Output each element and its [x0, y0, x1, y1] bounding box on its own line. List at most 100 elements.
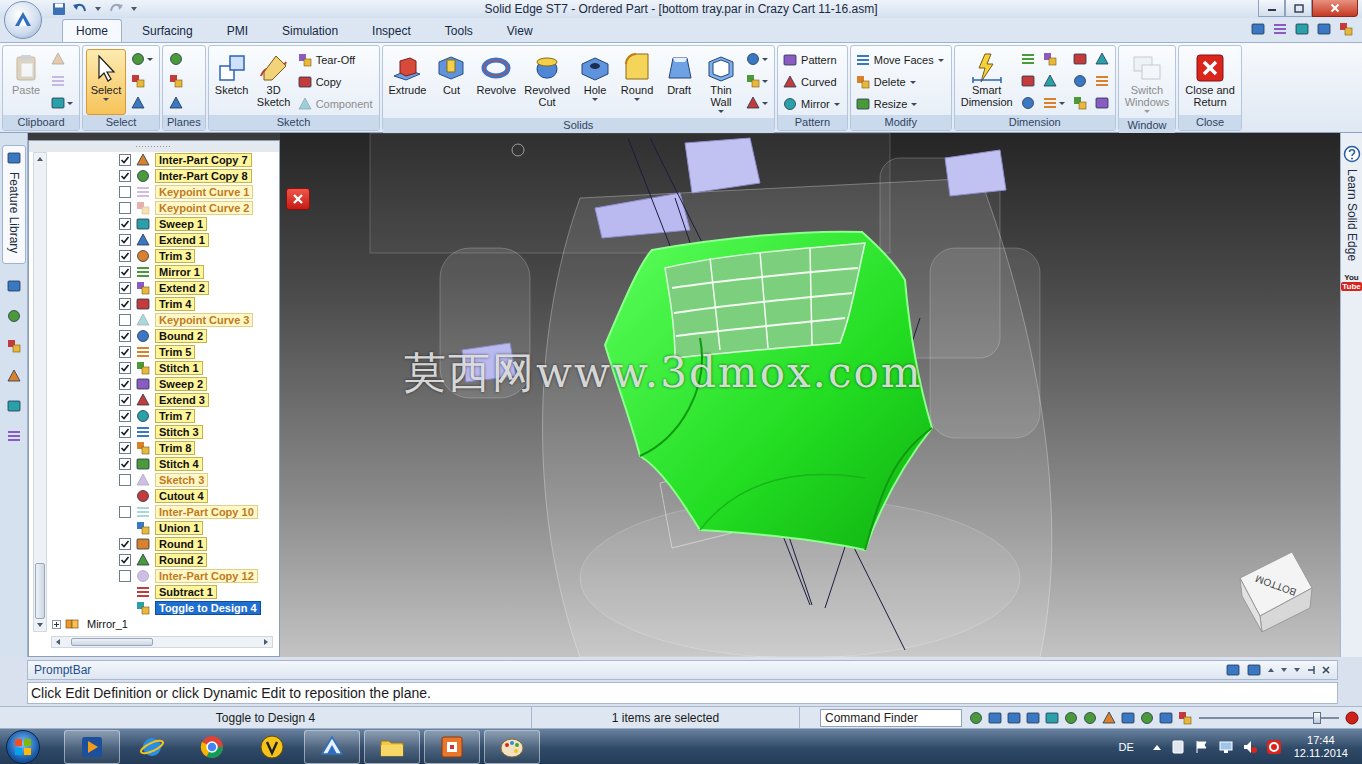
visibility-checkbox[interactable]	[119, 282, 131, 294]
ribbon-small-button[interactable]: Copy	[296, 72, 376, 92]
tree-row[interactable]: Trim 3	[47, 248, 279, 264]
ribbon-small-button[interactable]: Resize	[854, 94, 948, 114]
undo-icon[interactable]	[72, 2, 88, 16]
dropdown-arrow-icon[interactable]	[762, 102, 768, 105]
tree-row[interactable]: Union 1	[47, 520, 279, 536]
icon-button[interactable]	[1072, 94, 1088, 112]
tree-row[interactable]: Mirror 1	[47, 264, 279, 280]
icon-button[interactable]	[1042, 94, 1066, 112]
icon-button[interactable]	[1072, 50, 1088, 68]
volume-muted-icon[interactable]	[1242, 739, 1258, 755]
ribbon-button[interactable]: ThinWall	[701, 49, 741, 118]
tree-row[interactable]: Round 1	[47, 536, 279, 552]
clock[interactable]: 17:4412.11.2014	[1290, 734, 1352, 760]
tree-row[interactable]: Keypoint Curve 3	[47, 312, 279, 328]
ribbon-button[interactable]: SmartDimension	[958, 49, 1016, 115]
tree-row[interactable]: Keypoint Curve 1	[47, 184, 279, 200]
ribbon-button[interactable]: Revolve	[473, 49, 519, 115]
icon-button[interactable]	[1072, 72, 1088, 90]
taskbar-app[interactable]	[424, 730, 480, 764]
ribbon-tab[interactable]: Inspect	[358, 19, 425, 42]
ribbon-button[interactable]: Close andReturn	[1182, 49, 1238, 115]
record-icon[interactable]	[1345, 711, 1359, 725]
minimize-button[interactable]	[1258, 0, 1285, 17]
network-icon[interactable]	[1218, 739, 1234, 755]
icon-button[interactable]	[168, 50, 184, 68]
icon-button[interactable]	[168, 94, 184, 112]
tree-row[interactable]: Stitch 3	[47, 424, 279, 440]
ribbon-button[interactable]: Paste	[6, 49, 46, 115]
tree-row[interactable]: Trim 5	[47, 344, 279, 360]
icon-button[interactable]	[50, 94, 74, 112]
icon-button[interactable]	[130, 72, 154, 90]
collapse-up-icon[interactable]	[1267, 666, 1275, 674]
start-button[interactable]	[6, 730, 40, 764]
help-icon[interactable]	[1343, 145, 1361, 163]
zoom-thumb[interactable]	[1313, 712, 1321, 724]
ribbon-button[interactable]: Sketch	[212, 49, 252, 115]
visibility-checkbox[interactable]	[119, 458, 131, 470]
ribbon-button[interactable]: Round	[617, 49, 657, 115]
dropdown-arrow-icon[interactable]	[762, 80, 768, 83]
ribbon-small-button[interactable]: Tear-Off	[296, 50, 376, 70]
feature-library-tab[interactable]: Feature Library	[2, 145, 26, 264]
tree-row[interactable]: Sketch 3	[47, 472, 279, 488]
ribbon-small-button[interactable]: Curved	[781, 72, 844, 92]
icon-button[interactable]	[1020, 50, 1036, 68]
taskbar-app[interactable]	[64, 730, 120, 764]
visibility-checkbox[interactable]	[119, 538, 131, 550]
visibility-checkbox[interactable]	[119, 442, 131, 454]
dropdown-arrow-icon[interactable]	[834, 103, 840, 106]
tree-row[interactable]: Round 2	[47, 552, 279, 568]
tree-row[interactable]: Inter-Part Copy 10	[47, 504, 279, 520]
pin-icon[interactable]	[1306, 665, 1316, 675]
zoom-slider[interactable]	[1199, 711, 1339, 725]
redo-icon[interactable]	[108, 2, 124, 16]
ribbon-tab[interactable]: Surfacing	[128, 19, 207, 42]
visibility-checkbox[interactable]	[119, 250, 131, 262]
vertical-scrollbar[interactable]	[33, 152, 47, 632]
visibility-checkbox[interactable]	[119, 202, 131, 214]
tree-row[interactable]: Extend 3	[47, 392, 279, 408]
dropdown-arrow-icon[interactable]	[67, 102, 73, 105]
device-icon[interactable]	[1170, 739, 1186, 755]
options-menu-icon[interactable]	[1293, 666, 1301, 674]
ribbon-tab[interactable]: Home	[62, 19, 122, 42]
tree-row[interactable]: Inter-Part Copy 12	[47, 568, 279, 584]
visibility-checkbox[interactable]	[119, 170, 131, 182]
ribbon-button[interactable]: Extrude	[386, 49, 430, 115]
undo-menu-icon[interactable]	[94, 5, 102, 13]
visibility-checkbox[interactable]	[119, 362, 131, 374]
arrow-down-icon[interactable]	[36, 621, 44, 629]
save-icon[interactable]	[52, 2, 66, 16]
visibility-checkbox[interactable]	[119, 314, 131, 326]
visibility-checkbox[interactable]	[119, 186, 131, 198]
visibility-checkbox[interactable]	[119, 410, 131, 422]
icon-button[interactable]	[50, 50, 74, 68]
icon-button[interactable]	[1094, 72, 1110, 90]
scroll-thumb[interactable]	[35, 563, 45, 619]
show-hidden-icons-icon[interactable]	[1152, 743, 1162, 751]
dropdown-arrow-icon[interactable]	[147, 58, 153, 61]
taskbar-app[interactable]	[124, 730, 180, 764]
panel-grip[interactable]	[29, 141, 279, 152]
ribbon-small-button[interactable]: Pattern	[781, 50, 844, 70]
horizontal-scrollbar[interactable]	[51, 636, 273, 648]
dropdown-arrow-icon[interactable]	[910, 81, 916, 84]
dropdown-arrow-icon[interactable]	[103, 98, 109, 101]
dropdown-arrow-icon[interactable]	[1144, 110, 1150, 113]
command-finder-input[interactable]: Command Finder	[820, 709, 962, 727]
expand-down-icon[interactable]	[1280, 666, 1288, 674]
tree-row[interactable]: Bound 2	[47, 328, 279, 344]
tree-row[interactable]: Trim 4	[47, 296, 279, 312]
ribbon-tab[interactable]: PMI	[213, 19, 262, 42]
dropdown-arrow-icon[interactable]	[592, 98, 598, 101]
taskbar-app[interactable]	[484, 730, 540, 764]
view-cube[interactable]: BOTTOM	[1240, 552, 1312, 632]
ribbon-tab[interactable]: View	[493, 19, 547, 42]
dropdown-arrow-icon[interactable]	[1059, 102, 1065, 105]
visibility-checkbox[interactable]	[119, 298, 131, 310]
ribbon-small-button[interactable]: Component	[296, 94, 376, 114]
arrow-left-icon[interactable]	[54, 638, 62, 646]
tree-row[interactable]: Sweep 1	[47, 216, 279, 232]
